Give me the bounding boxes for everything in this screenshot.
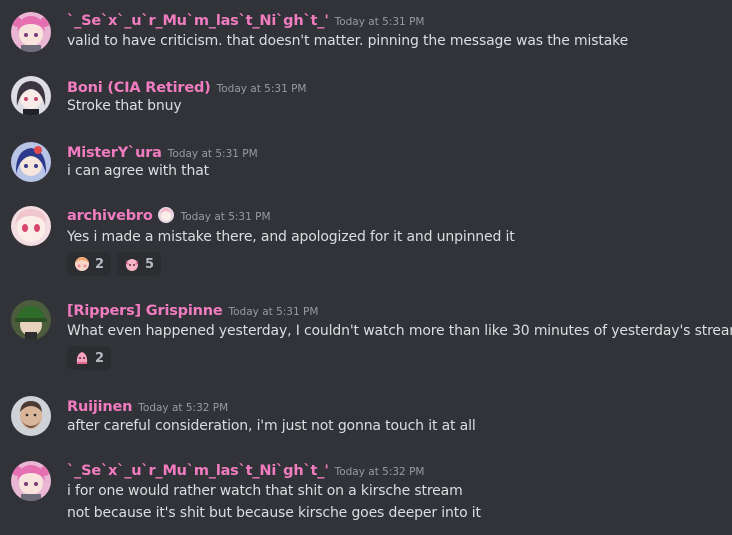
username[interactable]: Boni (CIA Retired) (67, 80, 211, 96)
timestamp: Today at 5:31 PM (216, 83, 307, 95)
blush-emoji-icon (75, 257, 89, 271)
message-text: not because it's shit but because kirsch… (67, 505, 481, 521)
dark-hair-anime-avatar-icon (11, 76, 51, 116)
anime-girl-badge-icon (157, 207, 174, 223)
reactions-bar: 2 (67, 346, 112, 370)
timestamp: Today at 5:31 PM (180, 211, 271, 223)
username[interactable]: archivebro (67, 208, 153, 224)
avatar[interactable] (11, 300, 51, 340)
username[interactable]: [Rippers] Grispinne (67, 303, 223, 319)
username[interactable]: `_Se`x`_u`r_Mu`m_las`t_Ni`gh`t_' (67, 13, 329, 29)
avatar[interactable] (11, 396, 51, 436)
pink-eyes-anime-avatar-icon (11, 206, 51, 246)
reaction-count: 5 (145, 256, 155, 272)
timestamp: Today at 5:31 PM (228, 306, 319, 318)
message-text: Yes i made a mistake there, and apologiz… (67, 229, 515, 245)
timestamp: Today at 5:31 PM (167, 148, 258, 160)
reaction[interactable]: 2 (67, 252, 112, 276)
avatar[interactable] (11, 12, 51, 52)
avatar[interactable] (11, 142, 51, 182)
username[interactable]: `_Se`x`_u`r_Mu`m_las`t_Ni`gh`t_' (67, 463, 329, 479)
pink-character-emoji-icon (126, 259, 139, 271)
timestamp: Today at 5:32 PM (334, 466, 425, 478)
pink-hair-anime-avatar-icon (11, 461, 51, 501)
timestamp: Today at 5:32 PM (138, 402, 229, 414)
reaction[interactable]: 2 (67, 346, 112, 370)
avatar[interactable] (11, 76, 51, 116)
username[interactable]: MisterY`ura (67, 145, 162, 161)
pink-blob-emoji-icon (76, 352, 88, 364)
username[interactable]: Ruijinen (67, 399, 132, 415)
avatar[interactable] (11, 206, 51, 246)
avatar[interactable] (11, 461, 51, 501)
message-text: What even happened yesterday, I couldn't… (67, 323, 732, 339)
reaction-count: 2 (95, 256, 105, 272)
message-text: valid to have criticism. that doesn't ma… (67, 33, 629, 49)
pink-hair-anime-avatar-icon (11, 12, 51, 52)
reactions-bar: 2 5 (67, 252, 162, 276)
message-text: after careful consideration, i'm just no… (67, 418, 476, 434)
reaction[interactable]: 5 (117, 252, 162, 276)
message-text: Stroke that bnuy (67, 98, 182, 114)
message-text: i for one would rather watch that shit o… (67, 483, 463, 499)
green-cap-avatar-icon (11, 300, 51, 340)
bearded-man-avatar-icon (11, 396, 51, 436)
blue-hair-anime-avatar-icon (11, 142, 51, 182)
reaction-count: 2 (95, 350, 105, 366)
timestamp: Today at 5:31 PM (334, 16, 425, 28)
message-text: i can agree with that (67, 163, 209, 179)
